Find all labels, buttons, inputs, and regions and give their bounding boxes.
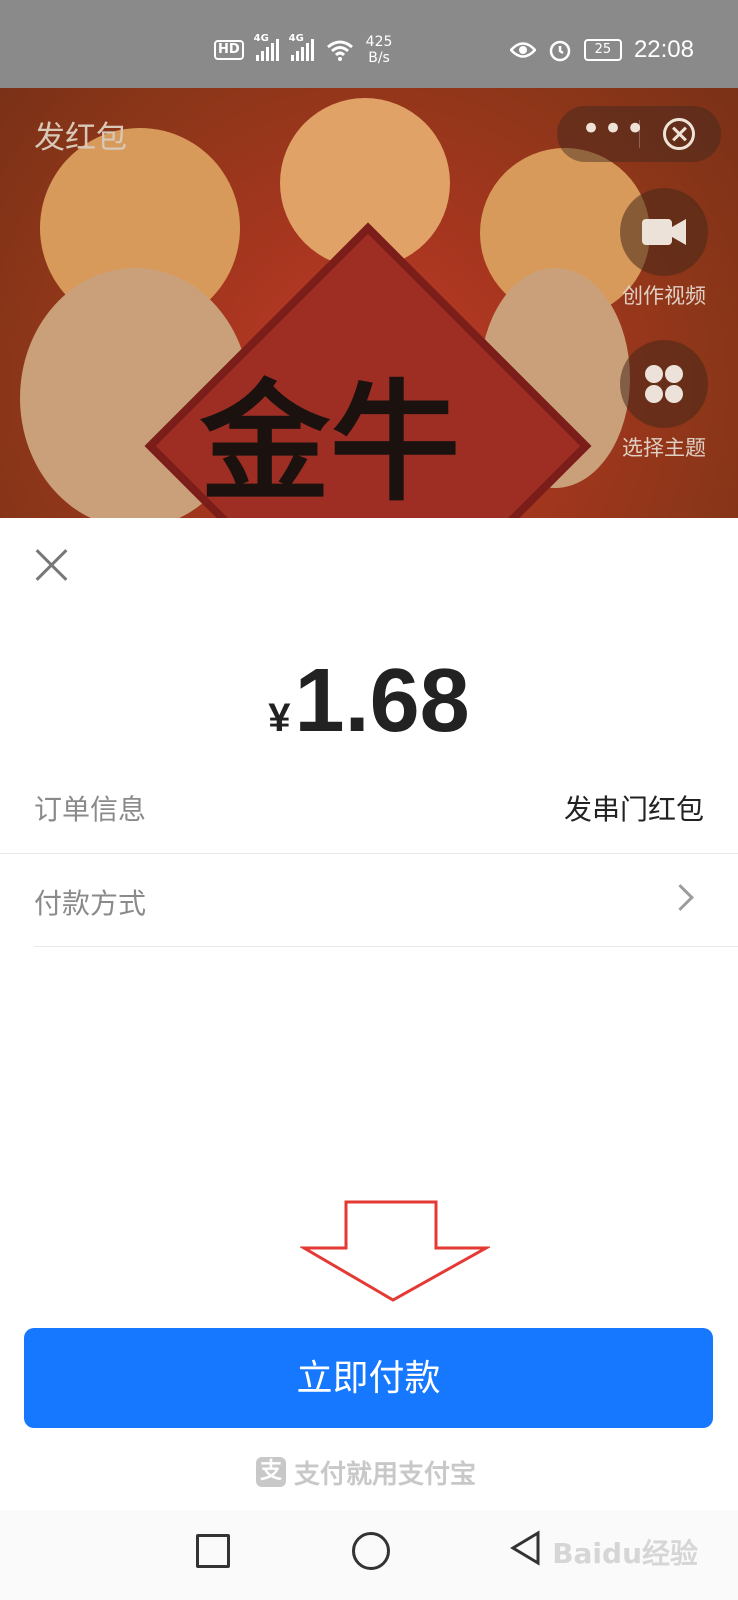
order-info-label: 订单信息 bbox=[34, 793, 147, 826]
watermark: Baidu经验 bbox=[552, 1537, 698, 1570]
payment-amount: ¥1.68 bbox=[0, 650, 738, 753]
choose-theme-button[interactable] bbox=[620, 340, 708, 428]
page-title: 发红包 bbox=[34, 120, 127, 156]
order-info-row: 订单信息 发串门红包 bbox=[34, 760, 704, 852]
eye-icon bbox=[509, 42, 536, 58]
video-camera-icon bbox=[642, 219, 686, 245]
create-video-label: 创作视频 bbox=[622, 284, 706, 308]
signal-icon: 4G bbox=[254, 33, 279, 61]
order-info-value: 发串门红包 bbox=[563, 793, 704, 826]
alarm-icon bbox=[549, 40, 571, 62]
recent-apps-icon[interactable] bbox=[196, 1534, 230, 1568]
choose-theme-label: 选择主题 bbox=[622, 436, 706, 460]
hd-icon: HD bbox=[214, 40, 244, 60]
home-icon[interactable] bbox=[352, 1532, 390, 1570]
down-arrow-annotation-icon bbox=[300, 1200, 490, 1302]
alipay-logo-icon: 支 bbox=[256, 1457, 286, 1487]
wifi-icon bbox=[326, 40, 353, 61]
battery-icon: 25 bbox=[583, 39, 622, 61]
back-icon[interactable] bbox=[510, 1530, 542, 1566]
status-time: 22:08 bbox=[633, 36, 694, 63]
payment-method-label: 付款方式 bbox=[34, 887, 147, 920]
status-right-icons: 25 22:08 bbox=[509, 34, 694, 66]
status-bar: HD 4G 4G 425 B/s 25 22:08 bbox=[0, 0, 738, 88]
alipay-brand: 支 支付就用支付宝 bbox=[256, 1452, 476, 1492]
amount-value: 1.68 bbox=[294, 651, 470, 751]
payment-method-row[interactable]: 付款方式 bbox=[34, 854, 704, 946]
divider bbox=[34, 946, 738, 947]
network-speed: 425 B/s bbox=[365, 34, 393, 66]
close-icon[interactable] bbox=[34, 548, 68, 582]
signal-icon-2: 4G bbox=[289, 33, 314, 61]
pay-now-button[interactable]: 立即付款 bbox=[24, 1328, 713, 1428]
theme-grid-icon bbox=[645, 365, 683, 403]
mini-program-capsule: ••• bbox=[557, 106, 721, 162]
red-packet-banner: 金牛 发红包 ••• 创作视频 选择主题 bbox=[0, 88, 738, 518]
brand-slogan: 支付就用支付宝 bbox=[294, 1459, 477, 1490]
close-circle-icon[interactable] bbox=[663, 118, 695, 150]
capsule-divider bbox=[639, 120, 640, 148]
currency-symbol: ¥ bbox=[268, 696, 291, 740]
payment-sheet: ¥1.68 订单信息 发串门红包 付款方式 bbox=[0, 518, 738, 1600]
chevron-right-icon bbox=[667, 884, 694, 911]
calligraphy-text: 金牛 bbox=[200, 366, 461, 518]
more-dots-icon[interactable]: ••• bbox=[581, 112, 647, 146]
create-video-button[interactable] bbox=[620, 188, 708, 276]
status-left-icons: HD 4G 4G 425 B/s bbox=[214, 33, 393, 66]
